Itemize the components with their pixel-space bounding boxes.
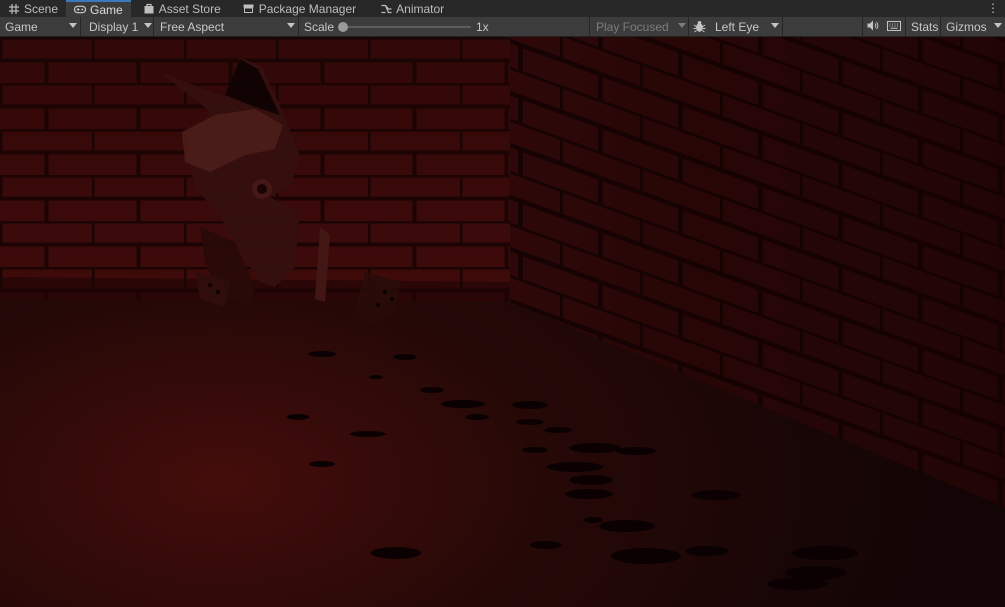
tab-scene-label: Scene <box>24 1 59 16</box>
play-mode-value: Play Focused <box>596 19 669 34</box>
chevron-down-icon <box>994 23 1002 28</box>
bag-icon <box>143 3 155 14</box>
tab-game-label: Game <box>90 2 123 17</box>
scale-slider-handle[interactable] <box>338 22 348 32</box>
tab-game[interactable]: Game <box>66 0 131 17</box>
grid-icon <box>8 3 20 14</box>
game-view-toolbar: Game Display 1 Free Aspect Scale 1x Play… <box>0 17 1005 37</box>
aspect-dropdown[interactable]: Free Aspect <box>155 17 299 36</box>
aspect-value: Free Aspect <box>160 19 225 34</box>
chevron-down-icon <box>144 23 152 28</box>
animator-icon <box>380 3 392 14</box>
chevron-down-icon <box>69 23 77 28</box>
gizmos-label: Gizmos <box>946 19 987 34</box>
chevron-down-icon <box>771 23 779 28</box>
scale-label-text: Scale <box>304 19 335 34</box>
display-value: Display 1 <box>89 19 139 34</box>
tab-asset-store-label: Asset Store <box>158 1 221 16</box>
window-tab-bar: Scene Game Asset Store Package Manager A… <box>0 0 1005 17</box>
stats-label: Stats <box>911 19 939 34</box>
gamepad-icon <box>74 4 87 15</box>
bug-icon[interactable] <box>693 17 706 36</box>
package-icon <box>243 3 255 14</box>
tab-scene[interactable]: Scene <box>0 0 66 17</box>
gizmos-dropdown[interactable]: Gizmos <box>940 17 1005 36</box>
tab-animator-label: Animator <box>396 1 445 16</box>
eye-value: Left Eye <box>715 19 760 34</box>
scale-label: Scale <box>304 17 334 36</box>
scale-slider-track[interactable] <box>343 26 471 28</box>
speaker-icon <box>867 20 879 34</box>
stats-button[interactable]: Stats <box>905 17 943 36</box>
mute-audio-button[interactable] <box>862 17 879 36</box>
scale-value: 1x <box>476 17 489 36</box>
keyboard-icon <box>887 20 901 34</box>
game-scene-render <box>0 37 1005 607</box>
chevron-down-icon <box>678 23 686 28</box>
game-viewport[interactable] <box>0 37 1005 607</box>
tab-asset-store[interactable]: Asset Store <box>135 0 229 17</box>
play-mode-dropdown[interactable]: Play Focused <box>589 17 689 36</box>
keyboard-shortcuts-button[interactable] <box>887 17 901 36</box>
tab-animator[interactable]: Animator <box>372 0 452 17</box>
tab-package-manager-label: Package Manager <box>258 1 357 16</box>
game-mode-dropdown[interactable]: Game <box>0 17 81 36</box>
scale-value-text: 1x <box>476 19 489 34</box>
eye-dropdown[interactable]: Left Eye <box>710 17 783 36</box>
game-mode-value: Game <box>5 19 38 34</box>
more-options-icon[interactable]: ⋮ <box>987 2 999 14</box>
tab-package-manager[interactable]: Package Manager <box>235 0 364 17</box>
chevron-down-icon <box>287 23 295 28</box>
display-dropdown[interactable]: Display 1 <box>82 17 154 36</box>
